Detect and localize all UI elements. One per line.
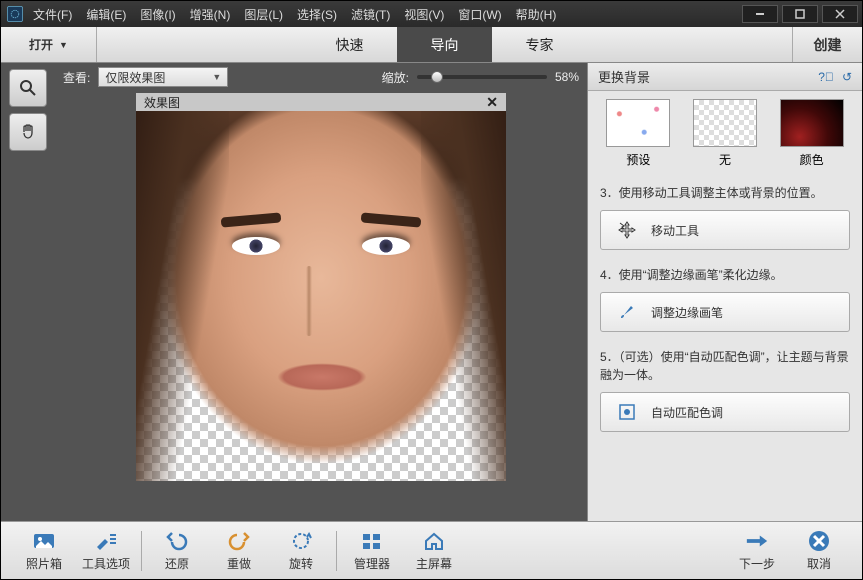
redo-icon bbox=[227, 529, 251, 553]
menu-layer[interactable]: 图层(L) bbox=[244, 6, 283, 23]
chevron-down-icon: ▼ bbox=[212, 72, 221, 82]
cancel-button[interactable]: 取消 bbox=[788, 529, 850, 572]
hand-tool[interactable] bbox=[9, 113, 47, 151]
zoom-slider[interactable] bbox=[417, 75, 547, 79]
photo-bin-button[interactable]: 照片箱 bbox=[13, 529, 75, 572]
title-bar: 文件(F) 编辑(E) 图像(I) 增强(N) 图层(L) 选择(S) 滤镜(T… bbox=[1, 1, 862, 27]
open-label: 打开 bbox=[29, 36, 53, 53]
step-5-text: 5．（可选）使用“自动匹配色调”，让主题与背景融为一体。 bbox=[600, 348, 850, 384]
menu-enhance[interactable]: 增强(N) bbox=[190, 6, 231, 23]
button-label: 工具选项 bbox=[82, 555, 130, 572]
tab-quick[interactable]: 快速 bbox=[302, 27, 397, 62]
zoom-tool[interactable] bbox=[9, 69, 47, 107]
refine-edge-button[interactable]: 调整边缘画笔 bbox=[600, 292, 850, 332]
cancel-icon bbox=[807, 529, 831, 553]
document-close-icon[interactable]: ✕ bbox=[486, 94, 498, 111]
button-label: 还原 bbox=[165, 555, 189, 572]
canvas-area: 查看: 仅限效果图 ▼ 缩放: 58% 效果图 ✕ bbox=[55, 63, 587, 521]
background-thumbs: 预设 无 颜色 bbox=[600, 99, 850, 168]
thumb-none[interactable]: 无 bbox=[693, 99, 757, 168]
home-button[interactable]: 主屏幕 bbox=[403, 529, 465, 572]
next-icon bbox=[745, 529, 769, 553]
menu-window[interactable]: 窗口(W) bbox=[458, 6, 501, 23]
slider-thumb[interactable] bbox=[431, 71, 443, 83]
maximize-button[interactable] bbox=[782, 5, 818, 23]
open-button[interactable]: 打开 ▼ bbox=[1, 27, 97, 62]
thumb-label: 预设 bbox=[626, 151, 650, 168]
menu-bar: 文件(F) 编辑(E) 图像(I) 增强(N) 图层(L) 选择(S) 滤镜(T… bbox=[33, 6, 738, 23]
bottom-bar: 照片箱 工具选项 还原 重做 旋转 管理器 主屏幕 下一步 取消 bbox=[1, 521, 862, 579]
tab-guided[interactable]: 导向 bbox=[397, 27, 492, 62]
document-title: 效果图 bbox=[144, 94, 180, 111]
thumb-color[interactable]: 颜色 bbox=[780, 99, 844, 168]
button-label: 旋转 bbox=[289, 555, 313, 572]
button-label: 调整边缘画笔 bbox=[651, 304, 723, 321]
tool-options-button[interactable]: 工具选项 bbox=[75, 529, 137, 572]
button-label: 照片箱 bbox=[26, 555, 62, 572]
home-icon bbox=[422, 529, 446, 553]
view-dropdown-value: 仅限效果图 bbox=[105, 69, 165, 86]
rotate-icon bbox=[289, 529, 313, 553]
tool-column bbox=[1, 63, 55, 521]
rotate-button[interactable]: 旋转 bbox=[270, 529, 332, 572]
guided-panel: 更换背景 ?⃝ ↺ 预设 无 颜色 3．使用移动工具调整主体或背景的位置。 移动… bbox=[587, 63, 862, 521]
button-label: 自动匹配色调 bbox=[651, 404, 723, 421]
work-area: 查看: 仅限效果图 ▼ 缩放: 58% 效果图 ✕ bbox=[1, 63, 862, 521]
button-label: 主屏幕 bbox=[416, 555, 452, 572]
panel-title: 更换背景 bbox=[598, 67, 650, 86]
undo-icon bbox=[165, 529, 189, 553]
tab-expert[interactable]: 专家 bbox=[492, 27, 587, 62]
brush-icon bbox=[617, 302, 637, 322]
button-label: 移动工具 bbox=[651, 222, 699, 239]
match-color-button[interactable]: 自动匹配色调 bbox=[600, 392, 850, 432]
menu-select[interactable]: 选择(S) bbox=[297, 6, 337, 23]
window-controls bbox=[738, 5, 858, 23]
thumb-label: 无 bbox=[719, 151, 731, 168]
menu-filter[interactable]: 滤镜(T) bbox=[351, 6, 390, 23]
menu-help[interactable]: 帮助(H) bbox=[516, 6, 557, 23]
undo-button[interactable]: 还原 bbox=[146, 529, 208, 572]
move-icon bbox=[617, 220, 637, 240]
create-button[interactable]: 创建 bbox=[792, 27, 862, 62]
view-dropdown[interactable]: 仅限效果图 ▼ bbox=[98, 67, 228, 87]
photo-bin-icon bbox=[32, 529, 56, 553]
menu-view[interactable]: 视图(V) bbox=[404, 6, 444, 23]
organizer-button[interactable]: 管理器 bbox=[341, 529, 403, 572]
zoom-value: 58% bbox=[555, 70, 579, 84]
document-titlebar: 效果图 ✕ bbox=[136, 93, 506, 111]
step-4-text: 4．使用“调整边缘画笔”柔化边缘。 bbox=[600, 266, 850, 284]
menu-image[interactable]: 图像(I) bbox=[140, 6, 175, 23]
step-3-text: 3．使用移动工具调整主体或背景的位置。 bbox=[600, 184, 850, 202]
panel-body: 预设 无 颜色 3．使用移动工具调整主体或背景的位置。 移动工具 4．使用“调整… bbox=[588, 91, 862, 521]
tool-options-icon bbox=[94, 529, 118, 553]
thumb-preset[interactable]: 预设 bbox=[606, 99, 670, 168]
menu-edit[interactable]: 编辑(E) bbox=[86, 6, 126, 23]
thumb-label: 颜色 bbox=[800, 151, 824, 168]
view-label: 查看: bbox=[63, 69, 90, 86]
view-bar: 查看: 仅限效果图 ▼ 缩放: 58% bbox=[55, 63, 587, 91]
minimize-button[interactable] bbox=[742, 5, 778, 23]
move-tool-button[interactable]: 移动工具 bbox=[600, 210, 850, 250]
document-image[interactable] bbox=[136, 111, 506, 481]
close-button[interactable] bbox=[822, 5, 858, 23]
panel-header: 更换背景 ?⃝ ↺ bbox=[588, 63, 862, 91]
app-icon bbox=[5, 4, 25, 24]
help-icon[interactable]: ?⃝ bbox=[818, 70, 834, 84]
canvas-inner: 效果图 ✕ bbox=[55, 91, 587, 521]
organizer-icon bbox=[360, 529, 384, 553]
mode-bar: 打开 ▼ 快速 导向 专家 创建 bbox=[1, 27, 862, 63]
match-color-icon bbox=[617, 402, 637, 422]
button-label: 重做 bbox=[227, 555, 251, 572]
zoom-label: 缩放: bbox=[382, 69, 409, 86]
chevron-down-icon: ▼ bbox=[59, 40, 68, 50]
mode-tabs: 快速 导向 专家 bbox=[302, 27, 587, 62]
button-label: 管理器 bbox=[354, 555, 390, 572]
redo-button[interactable]: 重做 bbox=[208, 529, 270, 572]
button-label: 取消 bbox=[807, 555, 831, 572]
button-label: 下一步 bbox=[739, 555, 775, 572]
reset-icon[interactable]: ↺ bbox=[842, 70, 852, 84]
menu-file[interactable]: 文件(F) bbox=[33, 6, 72, 23]
next-button[interactable]: 下一步 bbox=[726, 529, 788, 572]
zoom-controls: 缩放: 58% bbox=[382, 69, 579, 86]
